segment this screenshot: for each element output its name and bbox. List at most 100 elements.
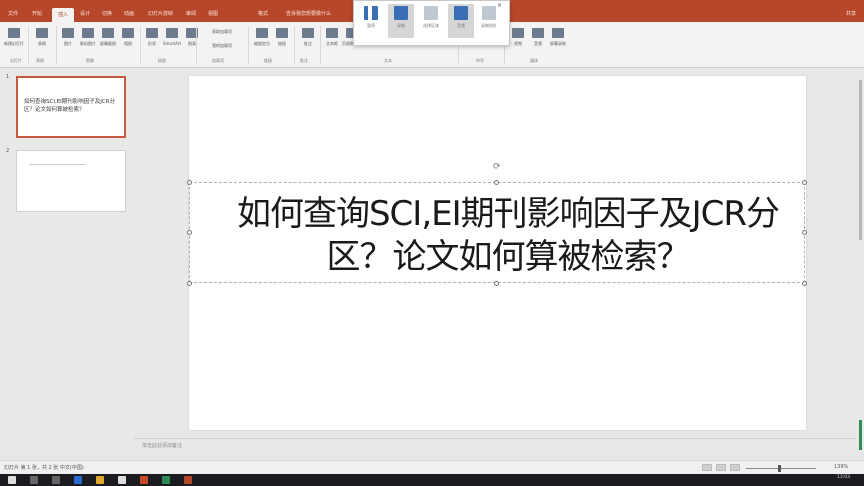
group-separator	[56, 26, 57, 64]
screen-recording-button[interactable]: 屏幕录制	[548, 26, 568, 56]
clock[interactable]: 13:03	[837, 475, 850, 480]
edge-icon[interactable]	[74, 476, 82, 484]
resize-handle[interactable]	[802, 230, 807, 235]
notes-placeholder: 单击此处添加备注	[142, 443, 183, 449]
table-button[interactable]: 表格	[32, 26, 52, 56]
file-explorer-icon[interactable]	[96, 476, 104, 484]
group-separator	[196, 26, 197, 64]
resize-handle[interactable]	[187, 281, 192, 286]
slide-count-status: 幻灯片 第 1 张，共 2 张 中文(中国)	[4, 465, 84, 471]
tab-insert[interactable]: 插入	[52, 8, 75, 22]
rotate-handle-icon[interactable]: ⟳	[493, 162, 501, 172]
tab-slideshow[interactable]: 幻灯片放映	[148, 10, 173, 17]
textbox-button[interactable]: 文本框	[322, 26, 342, 56]
group-label-symbols: 符号	[476, 58, 484, 63]
group-label-tables: 表格	[36, 58, 44, 63]
screenshot-button[interactable]: 屏幕截图	[98, 26, 118, 56]
tab-view[interactable]: 视图	[208, 10, 218, 17]
audio-toggle-button[interactable]: 音频	[448, 4, 474, 38]
slide-thumbnails-pane: 1 如何查询SCI,EI期刊影响因子及JCR分区？论文如何算被检索？ 2	[0, 68, 134, 460]
chart-button[interactable]: 图表	[182, 26, 202, 56]
select-area-button[interactable]: 选择区域	[418, 4, 444, 38]
link-icon	[276, 28, 288, 38]
zoom-slider-knob[interactable]	[778, 465, 781, 472]
pictures-button[interactable]: 图片	[58, 26, 78, 56]
app-icon[interactable]	[140, 476, 148, 484]
search-icon[interactable]	[30, 476, 38, 484]
normal-view-button[interactable]	[702, 464, 712, 471]
app-icon[interactable]	[162, 476, 170, 484]
group-label-text: 文本	[384, 58, 392, 63]
group-label-addins: 加载项	[212, 58, 224, 63]
group-label-illustrations: 插图	[158, 58, 166, 63]
windows-start-icon[interactable]	[8, 476, 16, 484]
shapes-icon	[146, 28, 158, 38]
store-icon[interactable]	[118, 476, 126, 484]
online-pictures-button[interactable]: 联机图片	[78, 26, 98, 56]
resize-handle[interactable]	[187, 230, 192, 235]
audio-icon	[532, 28, 544, 38]
resize-handle[interactable]	[802, 281, 807, 286]
tab-transitions[interactable]: 切换	[102, 10, 112, 17]
tell-me-search[interactable]: 告诉我您想要做什么	[286, 10, 331, 17]
zoom-slider[interactable]	[746, 468, 816, 469]
tab-file[interactable]: 文件	[8, 10, 18, 17]
resize-handle[interactable]	[187, 180, 192, 185]
powerpoint-icon[interactable]	[184, 476, 192, 484]
slide-thumbnail-1[interactable]: 如何查询SCI,EI期刊影响因子及JCR分区？论文如何算被检索？	[16, 76, 126, 138]
close-icon[interactable]: ×	[497, 2, 502, 9]
zoom-button[interactable]: 缩放定位	[252, 26, 272, 56]
scrollbar-thumb[interactable]	[859, 80, 862, 240]
audio-button[interactable]: 音频	[528, 26, 548, 56]
thumbnail-line	[29, 164, 85, 165]
my-addins-button[interactable]: 我的加载项	[200, 40, 244, 70]
group-label-images: 图像	[86, 58, 94, 63]
share-button[interactable]: 共享	[846, 10, 856, 17]
notes-pane[interactable]: 单击此处添加备注	[134, 438, 856, 458]
tab-animations[interactable]: 动画	[124, 10, 134, 17]
scrollbar-indicator	[859, 420, 862, 450]
tab-review[interactable]: 审阅	[186, 10, 196, 17]
tab-home[interactable]: 开始	[32, 10, 42, 17]
comment-icon	[302, 28, 314, 38]
comment-button[interactable]: 批注	[298, 26, 318, 56]
select-area-icon	[424, 6, 438, 20]
slide-number: 1	[6, 74, 10, 80]
screen-recording-toolbar: 暂停 录制 选择区域 音频 录制指针 ×	[353, 0, 510, 46]
record-button[interactable]: 录制	[388, 4, 414, 38]
group-separator	[248, 26, 249, 64]
slide-title[interactable]: 如何查询SCI,EI期刊影响因子及JCR分区？论文如何算被检索？	[228, 193, 788, 279]
thumbnail-title: 如何查询SCI,EI期刊影响因子及JCR分区？论文如何算被检索？	[24, 99, 116, 113]
tab-design[interactable]: 设计	[80, 10, 90, 17]
video-button[interactable]: 视频	[508, 26, 528, 56]
link-button[interactable]: 链接	[272, 26, 292, 56]
resize-handle[interactable]	[494, 180, 499, 185]
windows-taskbar: 13:03	[0, 474, 864, 486]
textbox-icon	[326, 28, 338, 38]
reading-view-button[interactable]	[730, 464, 740, 471]
tab-format[interactable]: 格式	[258, 10, 268, 17]
group-separator	[140, 26, 141, 64]
resize-handle[interactable]	[494, 281, 499, 286]
screen-recording-icon	[552, 28, 564, 38]
group-separator	[320, 26, 321, 64]
slide-number: 2	[6, 148, 10, 154]
slide-thumbnail-2[interactable]	[16, 150, 126, 212]
slide-sorter-button[interactable]	[716, 464, 726, 471]
photo-album-button[interactable]: 相册	[118, 26, 138, 56]
record-pointer-button[interactable]: 录制指针	[476, 4, 502, 38]
task-view-icon[interactable]	[52, 476, 60, 484]
online-picture-icon	[82, 28, 94, 38]
shapes-button[interactable]: 形状	[142, 26, 162, 56]
group-label-links: 链接	[264, 58, 272, 63]
resize-handle[interactable]	[802, 180, 807, 185]
smartart-button[interactable]: SmartArt	[162, 26, 182, 56]
zoom-level[interactable]: 139%	[834, 464, 848, 470]
pause-button[interactable]: 暂停	[358, 4, 384, 38]
smartart-icon	[166, 28, 178, 38]
group-separator	[294, 26, 295, 64]
new-slide-button[interactable]: 新建幻灯片	[4, 26, 24, 56]
video-icon	[512, 28, 524, 38]
album-icon	[122, 28, 134, 38]
audio-icon	[454, 6, 468, 20]
